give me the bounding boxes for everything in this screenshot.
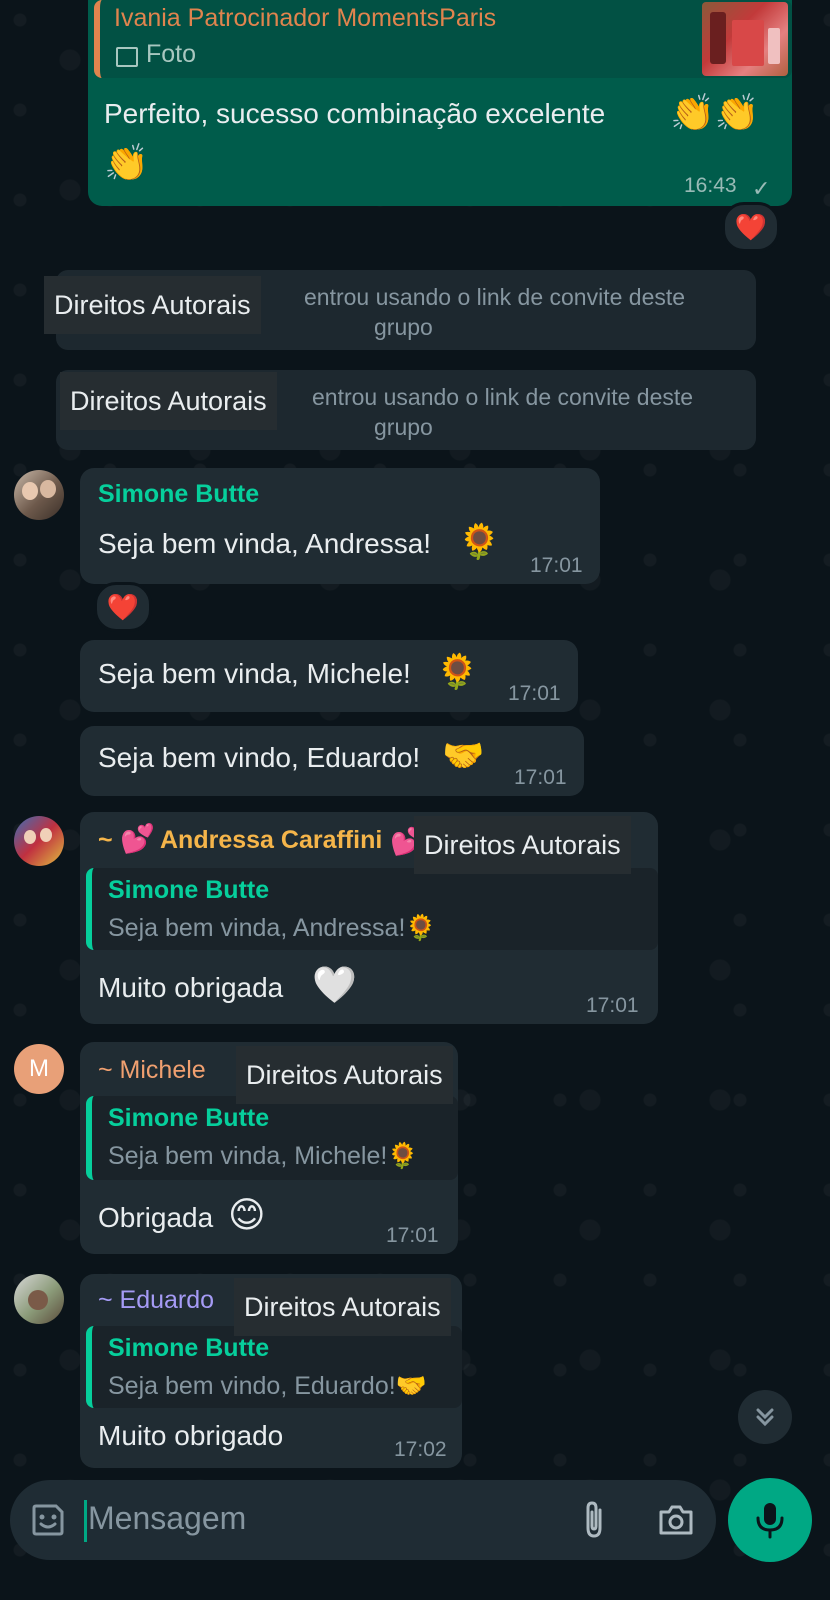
- incoming-message[interactable]: Seja bem vinda, Michele! 🌻 17:01: [80, 640, 578, 712]
- reply-name: Ivania Patrocinador MomentsParis: [114, 4, 497, 32]
- sender-name[interactable]: ~ Eduardo: [98, 1286, 214, 1315]
- avatar-letter: M: [29, 1055, 49, 1082]
- system-text: entrou usando o link de convite deste: [312, 384, 694, 410]
- message-text: Muito obrigado: [98, 1420, 284, 1451]
- quoted-sender: Simone Butte: [108, 876, 270, 904]
- message-composer[interactable]: Mensagem: [10, 1480, 716, 1560]
- sunflower-emoji: 🌻: [458, 523, 501, 561]
- avatar[interactable]: [14, 816, 64, 866]
- system-text: grupo: [374, 414, 433, 440]
- mic-button[interactable]: [728, 1478, 812, 1562]
- message-time: 17:01: [508, 682, 561, 705]
- copyright-overlay: Direitos Autorais: [60, 372, 277, 430]
- message-time: 17:01: [530, 554, 583, 577]
- message-time: 17:01: [514, 766, 567, 789]
- incoming-message[interactable]: Seja bem vindo, Eduardo! 🤝 17:01: [80, 726, 584, 796]
- message-time: 16:43: [684, 174, 737, 197]
- quoted-message[interactable]: Simone Butte Seja bem vinda, Michele!🌻: [86, 1096, 458, 1180]
- sender-name[interactable]: Andressa Caraffini: [160, 826, 382, 855]
- message-time: 17:01: [386, 1224, 439, 1247]
- system-text: grupo: [374, 314, 433, 340]
- message-input[interactable]: Mensagem: [88, 1500, 246, 1537]
- quoted-message[interactable]: Simone Butte Seja bem vinda, Andressa!🌻: [86, 868, 658, 950]
- incoming-message[interactable]: Simone Butte Seja bem vinda, Andressa! 🌻…: [80, 468, 600, 584]
- avatar[interactable]: M: [14, 1044, 64, 1094]
- sent-check-icon: ✓: [752, 176, 771, 201]
- quoted-text: Seja bem vinda, Michele!🌻: [108, 1142, 419, 1170]
- copyright-overlay: Direitos Autorais: [236, 1046, 453, 1104]
- clap-emoji: 👏: [104, 142, 149, 183]
- message-time: 17:02: [394, 1438, 447, 1461]
- system-text: entrou usando o link de convite deste: [304, 284, 686, 310]
- text-cursor: [84, 1500, 87, 1542]
- mic-icon: [756, 1503, 784, 1539]
- white-heart-emoji: 🤍: [312, 964, 357, 1005]
- message-text: Seja bem vindo, Eduardo!: [98, 742, 421, 773]
- sender-name[interactable]: ~ Michele: [98, 1056, 206, 1085]
- handshake-emoji: 🤝: [442, 737, 485, 775]
- quoted-text: Seja bem vindo, Eduardo!🤝: [108, 1372, 427, 1400]
- emoji-icon: [32, 1504, 64, 1536]
- camera-button[interactable]: [656, 1500, 696, 1540]
- message-time: 17:01: [586, 994, 639, 1017]
- copyright-overlay: Direitos Autorais: [44, 276, 261, 334]
- clap-emoji: 👏👏: [670, 92, 760, 133]
- reply-preview[interactable]: Ivania Patrocinador MomentsParis Foto: [94, 0, 792, 78]
- quoted-text: Seja bem vinda, Andressa!🌻: [108, 914, 437, 942]
- heart-icon: ❤️: [734, 211, 768, 242]
- message-text: Seja bem vinda, Michele!: [98, 658, 411, 689]
- avatar[interactable]: [14, 470, 64, 520]
- quoted-message[interactable]: Simone Butte Seja bem vindo, Eduardo!🤝: [86, 1326, 462, 1408]
- camera-icon: [659, 1505, 693, 1535]
- reaction-heart[interactable]: ❤️: [722, 202, 780, 252]
- smile-emoji: 😊: [228, 1194, 266, 1235]
- heart-icon: ❤️: [106, 591, 140, 622]
- copyright-overlay: Direitos Autorais: [234, 1278, 451, 1336]
- message-text: Obrigada: [98, 1202, 214, 1233]
- reaction-heart[interactable]: ❤️: [94, 582, 152, 632]
- sender-prefix: ~: [98, 826, 113, 854]
- copyright-overlay: Direitos Autorais: [414, 816, 631, 874]
- outgoing-message[interactable]: Ivania Patrocinador MomentsParis Foto Pe…: [88, 0, 792, 206]
- hearts-emoji: 💕: [120, 823, 155, 854]
- scroll-down-button[interactable]: [738, 1390, 792, 1444]
- emoji-button[interactable]: [28, 1500, 68, 1540]
- message-text: Muito obrigada: [98, 972, 284, 1003]
- double-chevron-down-icon: [756, 1408, 774, 1427]
- paperclip-icon: [586, 1501, 602, 1538]
- quoted-sender: Simone Butte: [108, 1104, 270, 1132]
- attach-button[interactable]: [576, 1498, 612, 1542]
- reply-thumbnail: [702, 2, 788, 76]
- reply-media-label: Foto: [146, 40, 197, 68]
- sender-name[interactable]: Simone Butte: [98, 480, 259, 509]
- image-icon: [116, 47, 138, 67]
- quoted-sender: Simone Butte: [108, 1334, 270, 1362]
- message-text: Seja bem vinda, Andressa!: [98, 528, 432, 559]
- avatar[interactable]: [14, 1274, 64, 1324]
- message-text: Perfeito, sucesso combinação excelente: [104, 98, 606, 129]
- sunflower-emoji: 🌻: [436, 653, 479, 691]
